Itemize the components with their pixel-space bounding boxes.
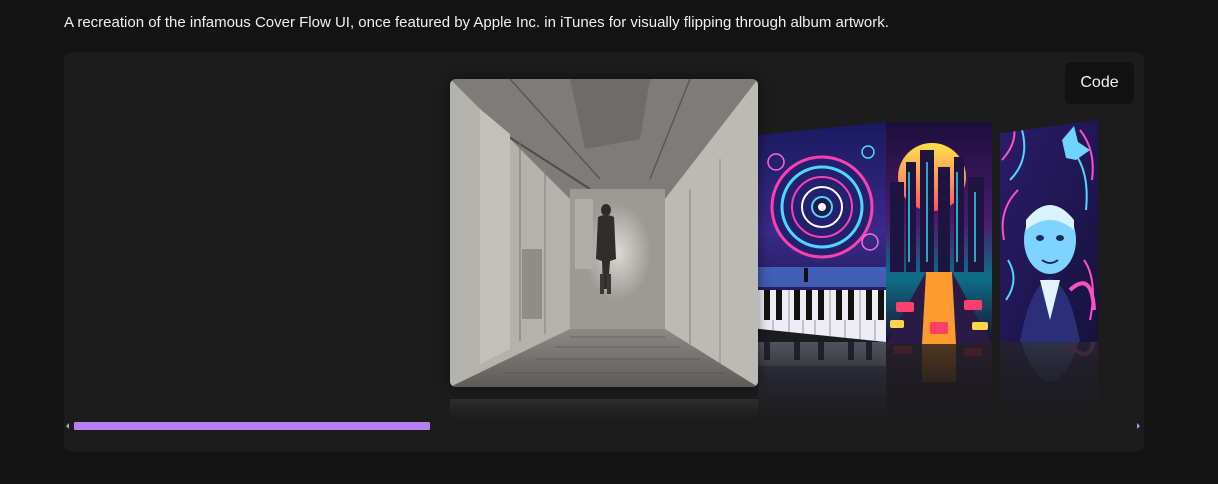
- cover-sketch-alley-reflection: [450, 399, 758, 421]
- scrollbar-track[interactable]: [74, 422, 1134, 430]
- coverflow-stage: [64, 52, 1144, 422]
- scroll-right-arrow-icon[interactable]: [1137, 423, 1140, 429]
- coverflow-panel: Code: [64, 52, 1144, 452]
- cover-sketch-alley[interactable]: [450, 79, 758, 387]
- cover-synthwave-city-road[interactable]: [886, 122, 992, 344]
- coverflow-scrollbar[interactable]: [66, 422, 1142, 432]
- cover-neon-vortex-keyboard[interactable]: [758, 122, 886, 342]
- cover-neon-portrait-creatures[interactable]: [1000, 120, 1098, 342]
- code-button[interactable]: Code: [1065, 62, 1134, 104]
- description-text: A recreation of the infamous Cover Flow …: [64, 14, 889, 31]
- cover-neon-vortex-keyboard-reflection: [758, 342, 886, 420]
- scroll-left-arrow-icon[interactable]: [66, 423, 69, 429]
- cover-neon-portrait-creatures-reflection: [1000, 336, 1098, 420]
- scrollbar-thumb[interactable]: [74, 422, 431, 430]
- cover-synthwave-city-road-reflection: [886, 342, 992, 420]
